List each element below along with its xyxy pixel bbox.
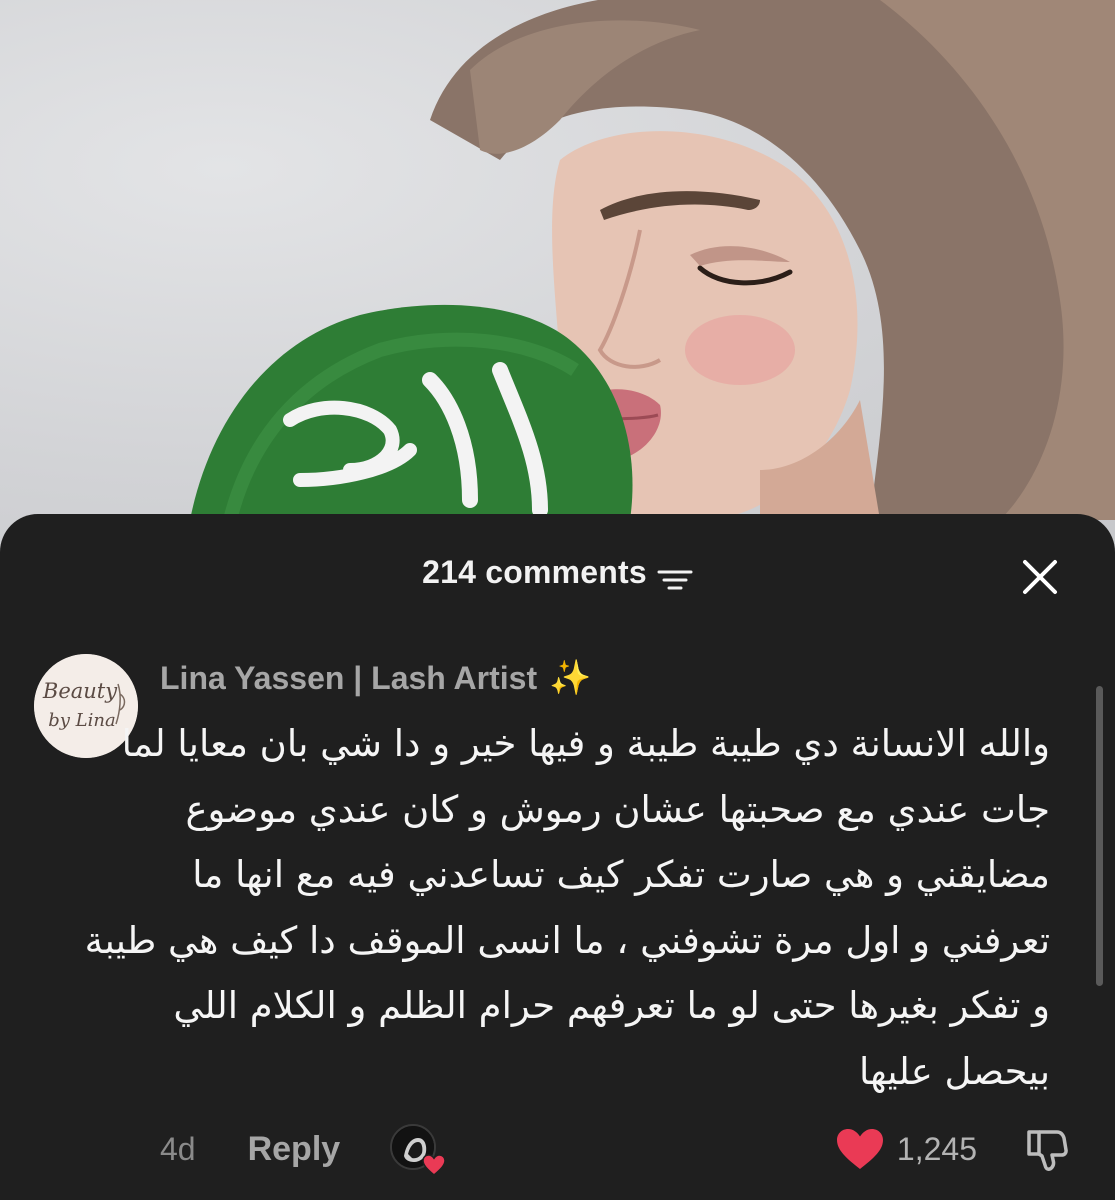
creator-liked-badge <box>390 1124 446 1176</box>
comment-line: و تفكر بغيرها حتى لو ما تعرفهم حرام الظل… <box>173 984 1050 1027</box>
scrollbar[interactable] <box>1096 686 1103 986</box>
close-icon <box>1023 560 1057 594</box>
dislike-button[interactable] <box>1021 1124 1071 1174</box>
comments-header: 214 comments <box>0 554 1115 591</box>
author-name[interactable]: Lina Yassen | Lash Artist <box>160 660 537 697</box>
comment-line: والله الانسانة دي طيبة طيبة و فيها خير و… <box>121 722 1050 765</box>
comment-line: مضايقني و هي صارت تفكر كيف تساعدني فيه م… <box>192 853 1050 896</box>
close-button[interactable] <box>1017 554 1063 600</box>
avatar-logo-line-1: Beauty <box>42 679 118 703</box>
comment-line: تعرفني و اول مرة تشوفني ، ما انسى الموقف… <box>84 918 1050 962</box>
comment-text: والله الانسانة دي طيبة طيبة و فيها خير و… <box>84 711 1050 1104</box>
like-button[interactable]: 1,245 <box>835 1126 977 1172</box>
sheet-header: 214 comments <box>0 514 1115 634</box>
sparkles-emoji: ✨ <box>549 659 592 697</box>
comment-meta: 4d Reply <box>160 1124 446 1176</box>
like-count: 1,245 <box>896 1130 977 1167</box>
creator-heart-icon <box>422 1154 446 1176</box>
comment-author[interactable]: Lina Yassen | Lash Artist ✨ <box>160 658 591 698</box>
background-photo <box>0 0 1115 560</box>
comment-line: جات عندي مع صحبتها عشان رموش و كان عندي … <box>185 787 1050 831</box>
sort-lines-icon[interactable] <box>657 563 693 589</box>
thumbs-down-icon <box>1027 1130 1068 1171</box>
comment-line: بيحصل عليها <box>858 1049 1050 1093</box>
comment-time: 4d <box>160 1130 196 1167</box>
heart-icon <box>836 1129 883 1169</box>
comments-count: 214 comments <box>422 554 647 590</box>
avatar-logo-line-2: by Lina <box>48 710 115 731</box>
reply-button[interactable]: Reply <box>248 1130 341 1169</box>
comments-sheet: 214 comments Beauty by Lina Lina Yassen … <box>0 514 1115 1200</box>
